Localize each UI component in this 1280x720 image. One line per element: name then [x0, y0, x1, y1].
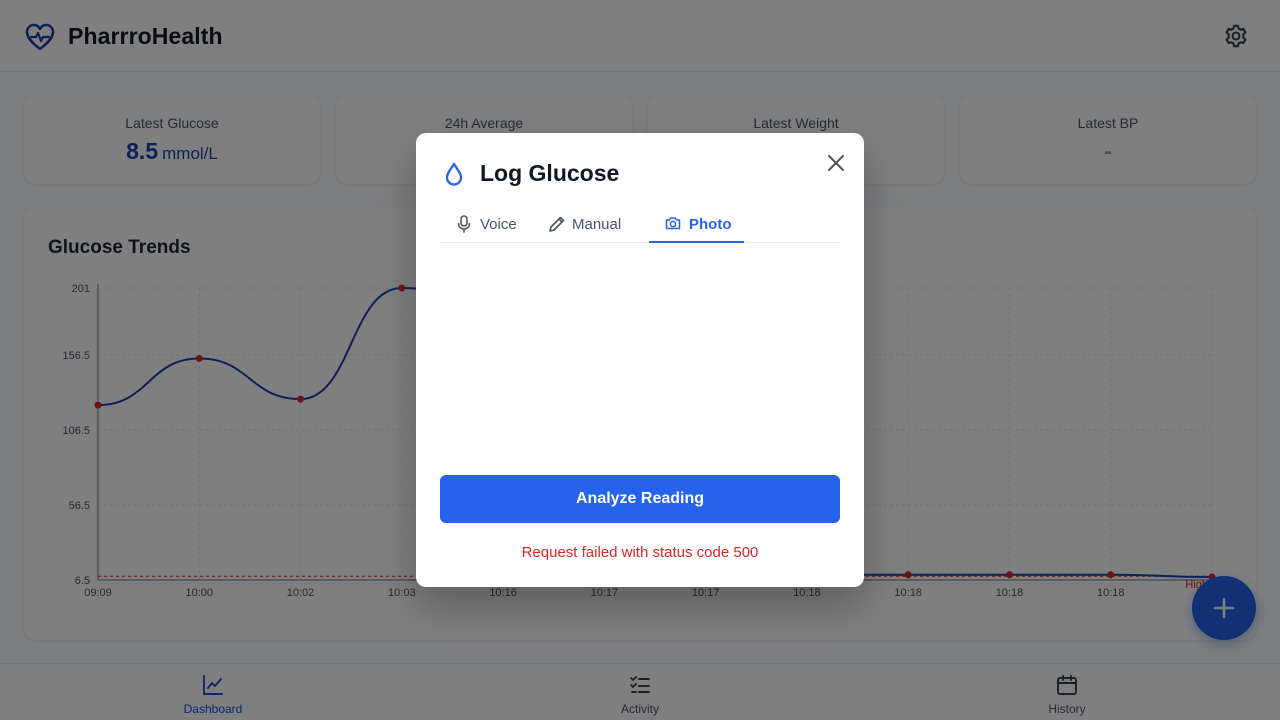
camera-icon: [665, 217, 681, 230]
tab-label: Voice: [480, 216, 517, 233]
tab-label: Photo: [689, 216, 732, 233]
tab-voice[interactable]: Voice: [440, 209, 532, 243]
modal-title: Log Glucose: [480, 160, 620, 186]
microphone-icon: [457, 215, 471, 233]
tab-photo[interactable]: Photo: [649, 209, 744, 243]
tab-manual[interactable]: Manual: [532, 209, 648, 243]
water-drop-icon: [445, 162, 463, 186]
tab-label: Manual: [572, 216, 622, 233]
log-glucose-modal: Log Glucose Voice Manual Photo Analyze R…: [416, 133, 864, 587]
pencil-icon: [549, 216, 565, 232]
close-icon[interactable]: [824, 151, 848, 175]
error-message: Request failed with status code 500: [521, 544, 759, 561]
analyze-reading-button[interactable]: Analyze Reading: [440, 475, 840, 523]
input-method-tabs: Voice Manual Photo: [440, 209, 840, 243]
photo-upload-area: [440, 251, 840, 581]
